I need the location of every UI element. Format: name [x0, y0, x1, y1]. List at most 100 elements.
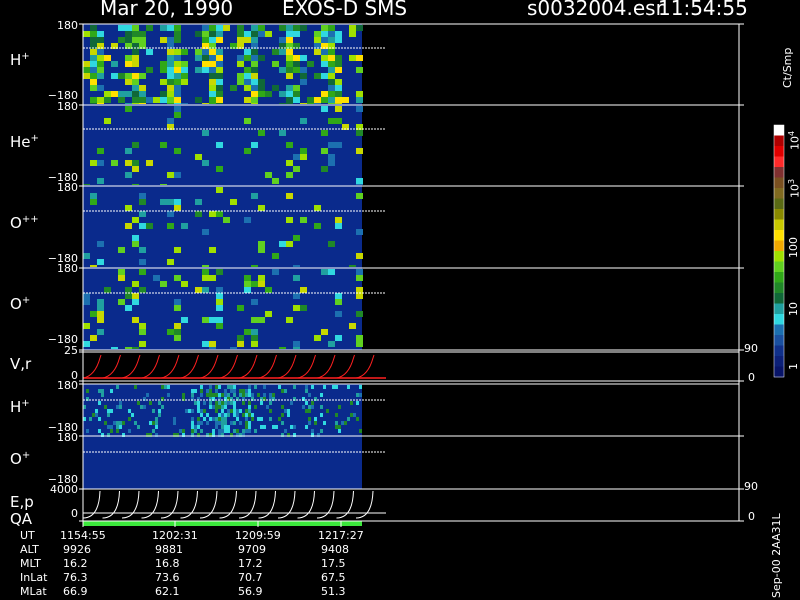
heatmap-cell: [216, 142, 223, 148]
heatmap-cell: [181, 61, 188, 67]
heatmap-cell: [152, 421, 155, 425]
heatmap-cell: [300, 287, 307, 293]
heatmap-cell: [160, 199, 167, 205]
heatmap-cell: [202, 160, 209, 166]
panel-label-o-plus-plus: O++: [10, 214, 39, 232]
heatmap-cell: [227, 385, 230, 389]
heatmap-cell: [111, 61, 118, 67]
heatmap-cell: [174, 335, 181, 341]
heatmap-cell: [286, 193, 293, 199]
heatmap-cell: [356, 401, 359, 405]
ephem-label-inlat: InLat: [20, 571, 48, 584]
heatmap-cell: [230, 199, 237, 205]
heatmap-cell: [191, 425, 194, 429]
heatmap-cell: [83, 73, 90, 79]
heatmap-cell: [97, 241, 104, 247]
heatmap-cell: [265, 31, 272, 37]
qa-bar: [83, 521, 362, 526]
heatmap-cell: [236, 417, 239, 421]
heatmap-cell: [254, 405, 257, 409]
heatmap-cell: [281, 389, 284, 393]
heatmap-cell: [335, 118, 342, 124]
heatmap-cell: [251, 91, 258, 97]
heatmap-cell: [356, 269, 363, 275]
heatmap-cell: [146, 393, 149, 397]
heatmap-cell: [125, 287, 132, 293]
heatmap-cell: [335, 142, 342, 148]
heatmap-cell: [293, 61, 300, 67]
heatmap-cell: [258, 205, 265, 211]
heatmap-cell: [314, 37, 321, 43]
rtick-vr-bottom: 0: [748, 371, 755, 384]
heatmap-cell: [174, 97, 181, 103]
heatmap-cell: [244, 97, 251, 103]
heatmap-cell: [125, 106, 132, 112]
tick-opp-top: 180: [57, 181, 78, 194]
heatmap-cell: [248, 405, 251, 409]
heatmap-cell: [139, 247, 146, 253]
heatmap-cell: [83, 341, 90, 347]
heatmap-cell: [320, 429, 323, 433]
tick-os-top: 180: [57, 431, 78, 444]
heatmap-cell: [244, 67, 251, 73]
heatmap-cell: [349, 31, 356, 37]
ephem-cell: 51.3: [321, 585, 346, 598]
heatmap-cell: [118, 25, 125, 31]
heatmap-cell: [293, 55, 300, 61]
heatmap-cell: [216, 37, 223, 43]
heatmap-cell: [356, 55, 363, 61]
heatmap-cell: [335, 106, 342, 112]
heatmap-cell: [258, 275, 265, 281]
heatmap-cell: [97, 299, 104, 305]
heatmap-cell: [216, 269, 223, 275]
heatmap-cell: [139, 323, 146, 329]
heatmap-cell: [279, 49, 286, 55]
heatmap-cell: [90, 73, 97, 79]
heatmap-cell: [167, 211, 174, 217]
heatmap-cell: [293, 347, 300, 349]
heatmap-cell: [293, 305, 300, 311]
energy-trace: [82, 490, 374, 519]
heatmap-cell: [263, 393, 266, 397]
heatmap-cell: [251, 329, 258, 335]
heatmap-cell: [195, 31, 202, 37]
heatmap-cell: [328, 55, 335, 61]
heatmap-cell: [174, 199, 181, 205]
heatmap-cell: [90, 25, 97, 31]
ephem-cell: 70.7: [238, 571, 263, 584]
tick-he-top: 180: [57, 100, 78, 113]
heatmap-cell: [216, 97, 223, 103]
heatmap-cell: [251, 25, 258, 31]
heatmap-cell: [203, 417, 206, 421]
heatmap-cell: [251, 37, 258, 43]
heatmap-cell: [227, 409, 230, 413]
heatmap-cell: [321, 91, 328, 97]
heatmap-cell: [251, 341, 258, 347]
heatmap-cell: [230, 347, 237, 349]
heatmap-cell: [132, 97, 139, 103]
ephem-label-ut: UT: [20, 529, 35, 542]
heatmap-cell: [356, 311, 363, 317]
heatmap-cell: [90, 335, 97, 341]
heatmap-cell: [237, 335, 244, 341]
heatmap-cell: [146, 49, 153, 55]
heatmap-cell: [119, 425, 122, 429]
heatmap-cell: [216, 293, 223, 299]
heatmap-cell: [118, 91, 125, 97]
heatmap-cell: [244, 73, 251, 79]
heatmap-cell: [218, 385, 221, 389]
colorbar-unit: Ct/Smp: [781, 47, 794, 88]
heatmap-cell: [265, 91, 272, 97]
heatmap-cell: [160, 67, 167, 73]
heatmap-cell: [202, 275, 209, 281]
heatmap-cell: [202, 341, 209, 347]
heatmap-cell: [314, 103, 321, 104]
heatmap-cell: [174, 31, 181, 37]
heatmap-cell: [195, 154, 202, 160]
heatmap-cell: [321, 130, 328, 136]
heatmap-cell: [206, 393, 209, 397]
ephem-cell: 66.9: [63, 585, 88, 598]
heatmap-cell: [233, 409, 236, 413]
heatmap-cell: [98, 389, 101, 393]
heatmap-cell: [356, 335, 363, 341]
